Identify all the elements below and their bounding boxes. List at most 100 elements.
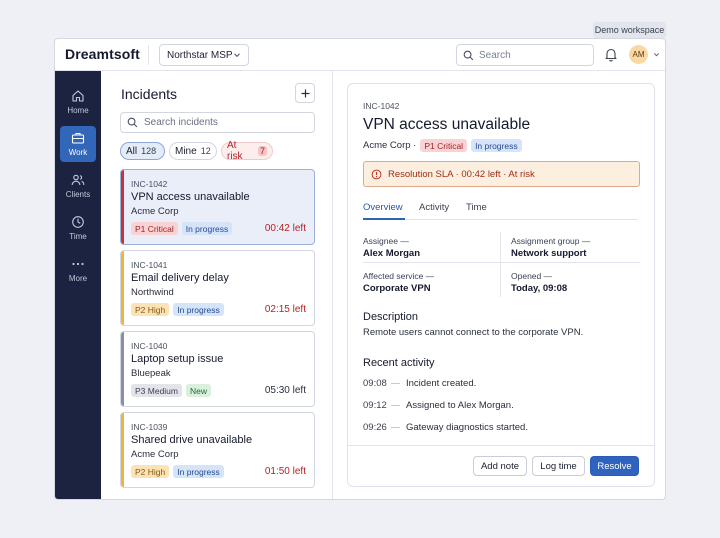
search-icon: [127, 117, 138, 128]
opened-label: Opened —: [511, 271, 553, 281]
tab-activity[interactable]: Activity: [419, 202, 449, 213]
priority-stripe: [121, 251, 124, 325]
incident-client: Acme Corp: [131, 449, 179, 460]
nav-item-time[interactable]: Time: [60, 210, 96, 246]
assignee-label: Assignee —: [363, 236, 409, 246]
field-divider: [500, 232, 501, 297]
activity-time: 09:12: [363, 400, 387, 411]
nav-item-clients[interactable]: Clients: [60, 168, 96, 204]
filter-all[interactable]: All 128: [120, 142, 165, 160]
side-nav: Home Work Clients Time More: [55, 71, 101, 499]
incident-client: Acme Corp: [131, 206, 179, 217]
status-badge: In progress: [471, 139, 522, 152]
description-title: Description: [363, 311, 419, 323]
activity-time: 09:26: [363, 422, 387, 433]
detail-fields: Assignee — Alex Morgan Assignment group …: [363, 232, 640, 302]
topbar-divider: [148, 45, 149, 65]
status-badge: New: [186, 384, 212, 397]
active-tab-indicator: [363, 218, 405, 220]
plus-icon: [301, 89, 309, 97]
incident-search-placeholder: Search incidents: [144, 117, 218, 128]
detail-incident-id: INC-1042: [363, 101, 400, 111]
nav-label-more: More: [68, 274, 88, 283]
activity-text: Assigned to Alex Morgan.: [406, 400, 514, 411]
app-window: Dreamtsoft Northstar MSP Search AM Home …: [54, 38, 666, 500]
incident-client: Northwind: [131, 287, 174, 298]
chevron-down-icon[interactable]: [652, 50, 661, 59]
priority-badge: P1 Critical: [420, 139, 468, 152]
activity-connector: [391, 427, 400, 428]
incident-card[interactable]: INC-1042 VPN access unavailable Acme Cor…: [120, 169, 315, 245]
filter-label: Mine: [175, 145, 197, 157]
detail-tabs: Overview Activity Time: [363, 199, 638, 220]
incident-id: INC-1040: [131, 341, 168, 351]
detail-title: VPN access unavailable: [363, 116, 531, 133]
incident-detail-panel: INC-1042 VPN access unavailable Acme Cor…: [347, 83, 655, 487]
sla-time: 02:15 left: [264, 304, 306, 315]
log-time-button[interactable]: Log time: [532, 456, 585, 476]
field-divider: [363, 262, 640, 263]
nav-item-more[interactable]: More: [60, 252, 96, 288]
add-note-button[interactable]: Add note: [473, 456, 527, 476]
incident-title: Laptop setup issue: [131, 353, 224, 365]
activity-connector: [391, 383, 400, 384]
briefcase-icon: [71, 132, 85, 144]
priority-badge: P2 High: [131, 465, 170, 478]
incident-card[interactable]: INC-1041 Email delivery delay Northwind …: [120, 250, 315, 326]
clock-icon: [72, 216, 84, 228]
org-selector[interactable]: Northstar MSP: [159, 44, 249, 66]
tab-time[interactable]: Time: [466, 202, 487, 213]
priority-stripe: [121, 170, 124, 244]
filter-at-risk[interactable]: At risk 7: [221, 140, 273, 162]
activity-item: 09:12 Assigned to Alex Morgan.: [363, 400, 514, 411]
status-badge: In progress: [173, 303, 224, 316]
incident-list-pane: Incidents Search incidents All 128 Mine …: [101, 71, 333, 499]
incident-title: VPN access unavailable: [131, 191, 250, 203]
alert-circle-icon: [371, 169, 382, 179]
nav-item-work[interactable]: Work: [60, 126, 96, 162]
home-icon: [72, 90, 84, 102]
status-badge: In progress: [181, 222, 233, 235]
incident-card[interactable]: INC-1040 Laptop setup issue Bluepeak P3 …: [120, 331, 315, 407]
list-title: Incidents: [121, 86, 178, 102]
activity-time: 09:08: [363, 378, 387, 389]
incident-title: Email delivery delay: [131, 272, 229, 284]
priority-badge: P1 Critical: [131, 222, 178, 235]
top-bar: Dreamtsoft Northstar MSP Search AM: [55, 39, 665, 71]
incident-id: INC-1042: [131, 179, 168, 189]
bell-icon[interactable]: [604, 47, 618, 62]
avatar[interactable]: AM: [629, 45, 648, 64]
activity-connector: [391, 405, 400, 406]
priority-stripe: [121, 413, 124, 487]
global-search-placeholder: Search: [479, 49, 511, 61]
sla-time: 01:50 left: [264, 466, 306, 477]
status-badge: In progress: [173, 465, 224, 478]
users-icon: [71, 174, 85, 186]
group-label: Assignment group —: [511, 236, 591, 246]
priority-stripe: [121, 332, 124, 406]
description-text: Remote users cannot connect to the corpo…: [363, 327, 584, 338]
incident-id: INC-1039: [131, 422, 168, 432]
detail-subtitle: Acme Corp · P1 Critical In progress: [363, 139, 522, 152]
global-search-input[interactable]: Search: [456, 44, 594, 66]
filter-count: 12: [200, 146, 211, 156]
nav-label-work: Work: [68, 148, 88, 157]
incident-search-input[interactable]: Search incidents: [120, 112, 315, 133]
activity-text: Gateway diagnostics started.: [406, 422, 528, 433]
resolve-button[interactable]: Resolve: [590, 456, 639, 476]
filter-label: At risk: [227, 140, 243, 162]
opened-value: Today, 09:08: [511, 283, 568, 294]
group-value: Network support: [511, 248, 587, 259]
incident-id: INC-1041: [131, 260, 168, 270]
tab-overview[interactable]: Overview: [363, 202, 403, 213]
org-name: Northstar MSP: [167, 49, 233, 61]
priority-badge: P3 Medium: [131, 384, 182, 397]
nav-label-time: Time: [69, 232, 87, 241]
more-icon: [72, 262, 84, 266]
chevron-down-icon: [234, 53, 240, 58]
workspace-badge: Demo workspace: [593, 22, 666, 38]
add-incident-button[interactable]: [295, 83, 315, 103]
incident-card[interactable]: INC-1039 Shared drive unavailable Acme C…: [120, 412, 315, 488]
nav-item-home[interactable]: Home: [60, 84, 96, 120]
filter-mine[interactable]: Mine 12: [169, 142, 217, 160]
